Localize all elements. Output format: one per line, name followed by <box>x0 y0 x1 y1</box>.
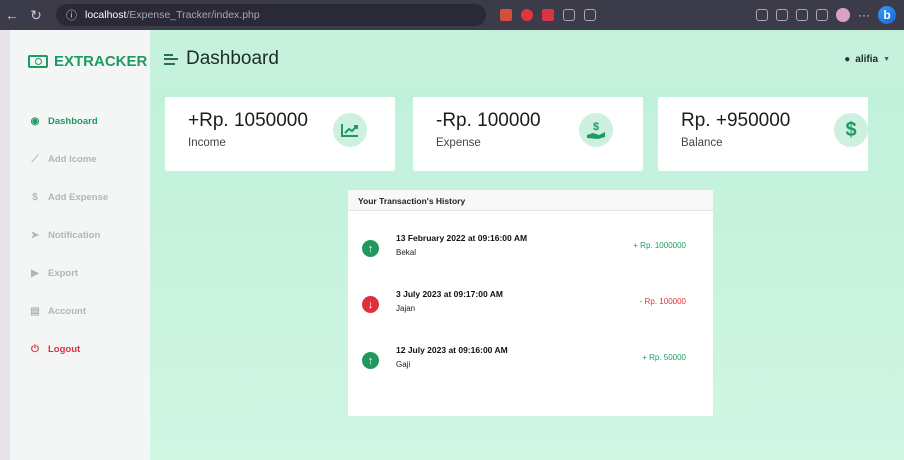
transaction-date: 13 February 2022 at 09:16:00 AM <box>396 233 528 243</box>
expense-card: -Rp. 100000 Expense $ <box>413 97 643 171</box>
sidebar-item-dashboard[interactable]: ◉ Dashboard <box>10 102 150 140</box>
expense-amount: -Rp. 100000 <box>436 110 541 131</box>
sidebar-item-label: Account <box>48 305 86 317</box>
back-icon[interactable]: ← <box>0 7 24 23</box>
user-menu[interactable]: ● alifia ▼ <box>844 54 890 65</box>
dollar-icon: $ <box>834 113 868 147</box>
extension-icon[interactable] <box>584 9 596 21</box>
transaction-value: + Rp. 1000000 <box>633 241 686 250</box>
balance-card: Rp. +950000 Balance $ <box>658 97 868 171</box>
list-item[interactable]: ↓ 3 July 2023 at 09:17:00 AM Jajan - Rp.… <box>348 284 713 324</box>
balance-label: Balance <box>681 137 723 149</box>
page-title: Dashboard <box>186 48 279 69</box>
gauge-icon: ◉ <box>30 115 40 127</box>
transaction-note: Gaji <box>396 360 411 369</box>
extension-icon[interactable] <box>500 9 512 21</box>
sidebar-item-add-income[interactable]: ⟋ Add Icome <box>10 140 150 178</box>
collections-icon[interactable] <box>796 9 808 21</box>
arrow-down-icon: ↓ <box>362 296 379 313</box>
transaction-history-panel: Your Transaction's History ↑ 13 February… <box>348 190 713 416</box>
chevron-down-icon: ▼ <box>883 55 890 63</box>
extension-icon[interactable] <box>521 9 533 21</box>
user-name: alifia <box>855 53 879 65</box>
sidebar-item-notification[interactable]: ➤ Notification <box>10 216 150 254</box>
transaction-date: 12 July 2023 at 09:16:00 AM <box>396 345 508 355</box>
chart-line-icon <box>333 113 367 147</box>
arrow-up-icon: ↑ <box>362 240 379 257</box>
sidebar-item-label: Notification <box>48 229 101 241</box>
transaction-value: + Rp. 50000 <box>642 353 686 362</box>
split-screen-icon[interactable] <box>756 9 768 21</box>
sidebar-item-account[interactable]: ▤ Account <box>10 292 150 330</box>
sidebar-item-add-expense[interactable]: $ Add Expense <box>10 178 150 216</box>
id-card-icon: ▤ <box>30 305 40 317</box>
transaction-value: - Rp. 100000 <box>639 297 686 306</box>
profile-icon[interactable] <box>836 8 850 22</box>
downloads-icon[interactable] <box>816 9 828 21</box>
info-icon[interactable]: ⓘ <box>66 7 77 23</box>
paper-plane-icon: ➤ <box>30 229 40 241</box>
bing-icon[interactable]: b <box>878 6 896 24</box>
hand-dollar-icon: $ <box>579 113 613 147</box>
hand-dollar-icon: $ <box>32 191 38 203</box>
chart-icon: ⟋ <box>31 153 39 165</box>
browser-toolbar: ← ↻ ⓘ localhost/Expense_Tracker/index.ph… <box>0 0 904 30</box>
sidebar-item-label: Dashboard <box>48 115 98 127</box>
expense-label: Expense <box>436 137 481 149</box>
svg-text:$: $ <box>593 121 599 133</box>
sidebar-item-label: Add Expense <box>48 191 109 203</box>
power-icon: ⏻ <box>31 343 39 355</box>
brand-name: EXTRACKER <box>54 52 148 70</box>
refresh-icon[interactable]: ↻ <box>24 7 48 24</box>
sidebar-item-label: Logout <box>48 343 81 355</box>
brand-logo[interactable]: EXTRACKER <box>10 30 150 92</box>
transaction-note: Jajan <box>396 304 416 313</box>
income-label: Income <box>188 137 226 149</box>
url-host: localhost <box>85 9 127 21</box>
favorites-icon[interactable] <box>776 9 788 21</box>
income-amount: +Rp. 1050000 <box>188 110 308 131</box>
main-content: Dashboard ● alifia ▼ +Rp. 1050000 Income… <box>150 30 904 460</box>
transaction-note: Bekal <box>396 248 417 257</box>
sidebar-item-export[interactable]: ▶ Export <box>10 254 150 292</box>
file-export-icon: ▶ <box>31 267 39 279</box>
extension-icon[interactable] <box>542 9 554 21</box>
sidebar-item-label: Export <box>48 267 79 279</box>
address-bar[interactable]: ⓘ localhost/Expense_Tracker/index.php <box>56 4 486 26</box>
list-item[interactable]: ↑ 12 July 2023 at 09:16:00 AM Gaji + Rp.… <box>348 340 713 380</box>
top-bar: Dashboard ● alifia ▼ <box>150 30 904 88</box>
income-card: +Rp. 1050000 Income <box>165 97 395 171</box>
extension-icon[interactable] <box>563 9 575 21</box>
sidebar-item-label: Add Icome <box>48 153 97 165</box>
sidebar-nav: ◉ Dashboard ⟋ Add Icome $ Add Expense ➤ … <box>10 102 150 368</box>
balance-amount: Rp. +950000 <box>681 110 791 131</box>
sidebar-item-logout[interactable]: ⏻ Logout <box>10 330 150 368</box>
list-item[interactable]: ↑ 13 February 2022 at 09:16:00 AM Bekal … <box>348 228 713 268</box>
user-icon: ● <box>844 53 851 65</box>
history-title: Your Transaction's History <box>348 190 713 211</box>
transaction-date: 3 July 2023 at 09:17:00 AM <box>396 289 503 299</box>
more-icon[interactable]: ··· <box>858 8 870 22</box>
menu-toggle-icon[interactable] <box>164 51 178 67</box>
sidebar: EXTRACKER ◉ Dashboard ⟋ Add Icome $ Add … <box>10 30 150 460</box>
arrow-up-icon: ↑ <box>362 352 379 369</box>
url-path: /Expense_Tracker/index.php <box>126 9 260 21</box>
money-bill-icon <box>28 54 48 68</box>
